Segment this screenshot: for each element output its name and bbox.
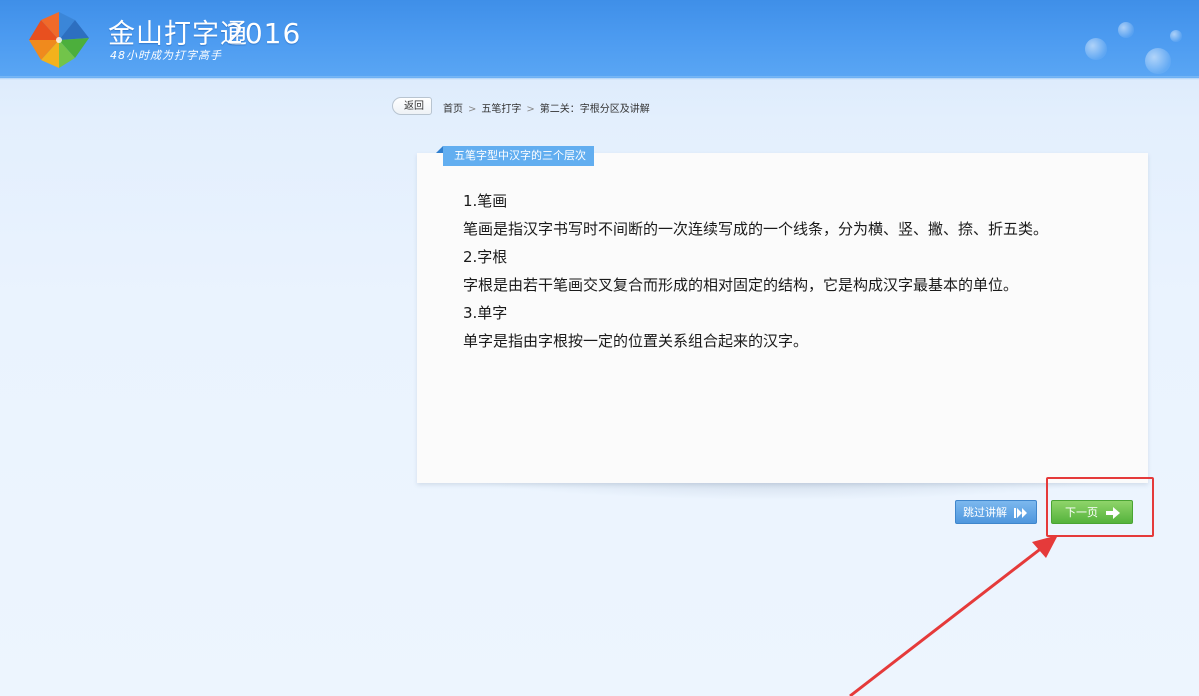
decorative-bubble — [1145, 48, 1171, 74]
card-tab-title: 五笔字型中汉字的三个层次 — [443, 146, 594, 166]
app-header: 金山打字通 2016 48小时成为打字高手 — [0, 0, 1199, 78]
decorative-bubble — [1085, 38, 1107, 60]
decorative-bubble — [1170, 30, 1182, 42]
breadcrumb-home[interactable]: 首页 — [443, 104, 463, 115]
app-year: 2016 — [226, 17, 302, 50]
app-slogan: 48小时成为打字高手 — [110, 49, 222, 62]
header-divider — [0, 76, 1199, 80]
breadcrumb-separator: > — [526, 104, 535, 115]
breadcrumb-wubi[interactable]: 五笔打字 — [481, 104, 521, 115]
skip-explanation-label: 跳过讲解 — [963, 506, 1007, 519]
lesson-content: 1.笔画 笔画是指汉字书写时不间断的一次连续写成的一个线条，分为横、竖、撇、捺、… — [463, 187, 1123, 355]
breadcrumb: 首页 > 五笔打字 > 第二关：字根分区及讲解 — [443, 100, 650, 115]
pinwheel-logo-icon — [29, 12, 89, 68]
annotation-arrow-icon — [849, 535, 1058, 696]
section-text-radicals: 字根是由若干笔画交叉复合而形成的相对固定的结构，它是构成汉字最基本的单位。 — [463, 276, 1019, 294]
fast-forward-icon — [1014, 508, 1027, 518]
section-text-characters: 单字是指由字根按一定的位置关系组合起来的汉字。 — [463, 332, 809, 350]
decorative-bubble — [1118, 22, 1134, 38]
breadcrumb-separator: > — [468, 104, 477, 115]
section-heading-strokes: 1.笔画 — [463, 192, 508, 210]
section-heading-radicals: 2.字根 — [463, 248, 508, 266]
card-tab-fold — [436, 146, 443, 153]
section-heading-characters: 3.单字 — [463, 304, 508, 322]
back-button[interactable]: 返回 — [392, 97, 432, 115]
breadcrumb-current: 第二关：字根分区及讲解 — [539, 104, 650, 115]
section-text-strokes: 笔画是指汉字书写时不间断的一次连续写成的一个线条，分为横、竖、撇、捺、折五类。 — [463, 220, 1049, 238]
